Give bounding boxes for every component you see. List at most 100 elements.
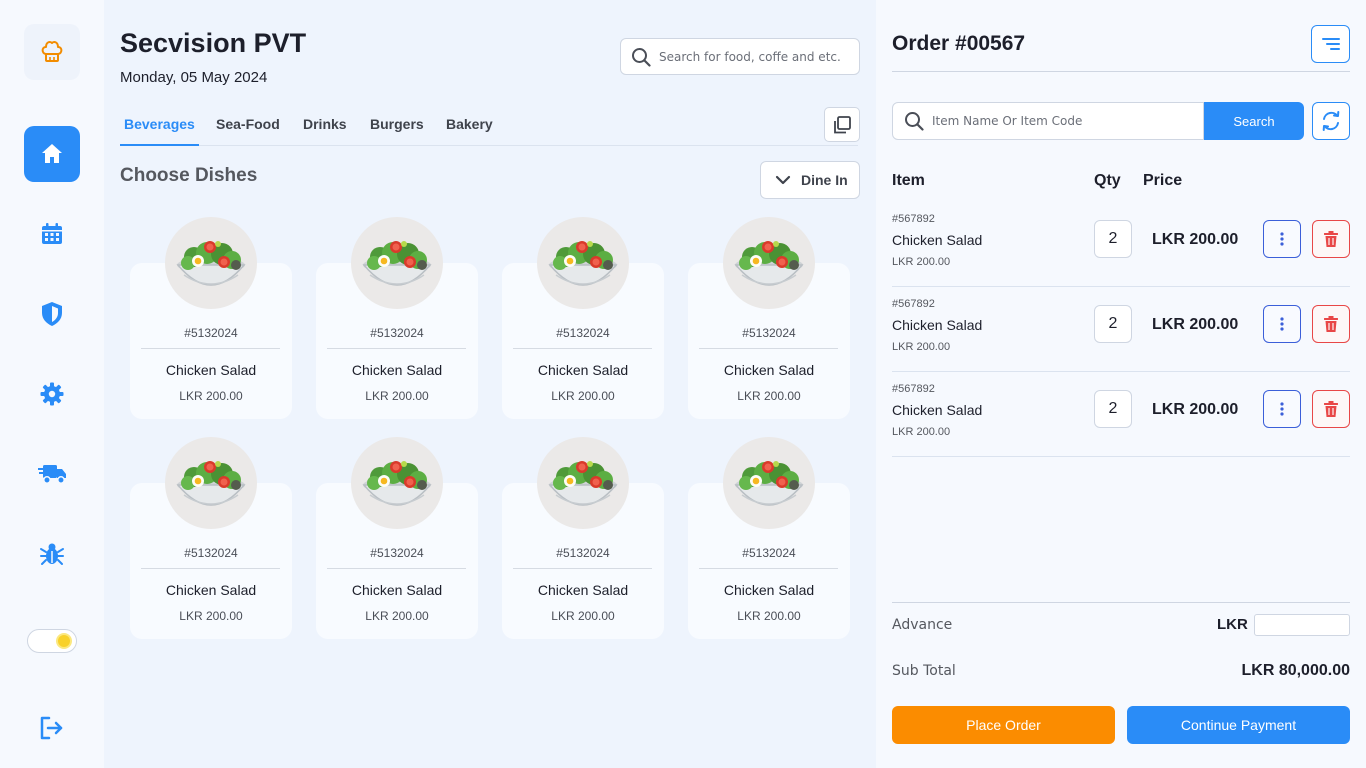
logout-button[interactable]: [24, 700, 80, 756]
delete-button[interactable]: [1312, 390, 1350, 428]
chevron-down-icon: [775, 175, 791, 185]
dish-card[interactable]: #5132024 Chicken Salad LKR 200.00: [688, 217, 850, 419]
trash-icon: [1324, 401, 1338, 417]
divider: [327, 348, 466, 349]
divider: [513, 568, 652, 569]
calendar-icon: [42, 223, 62, 244]
search-button[interactable]: Search: [1204, 102, 1304, 140]
refresh-icon: [1322, 111, 1340, 131]
dish-price: LKR 200.00: [737, 609, 801, 623]
trash-icon: [1324, 231, 1338, 247]
dish-code: #5132024: [742, 326, 796, 340]
quantity-field[interactable]: 2: [1094, 220, 1132, 258]
sun-icon: [58, 635, 70, 647]
dish-code: #5132024: [184, 546, 238, 560]
dish-name: Chicken Salad: [537, 362, 629, 378]
item-code: #567892: [892, 213, 935, 225]
refresh-button[interactable]: [1312, 102, 1350, 140]
logout-icon: [40, 716, 63, 740]
home-icon: [42, 144, 62, 163]
item-total-price: LKR 200.00: [1152, 401, 1239, 418]
filter-lines-icon: [1321, 38, 1340, 50]
nav-calendar[interactable]: [24, 206, 80, 262]
advance-currency: LKR: [1217, 616, 1248, 633]
dish-card[interactable]: #5132024 Chicken Salad LKR 200.00: [316, 217, 478, 419]
food-search-input[interactable]: [659, 49, 849, 64]
dish-price: LKR 200.00: [365, 389, 429, 403]
nav-settings[interactable]: [24, 366, 80, 422]
order-item-row: #567892 Chicken Salad LKR 200.00 2 LKR 200.0…: [892, 202, 1350, 287]
chef-hat-icon[interactable]: [24, 24, 80, 80]
dish-name: Chicken Salad: [723, 582, 815, 598]
dish-code: #5132024: [742, 546, 796, 560]
nav-debug[interactable]: [24, 526, 80, 582]
continue-payment-button[interactable]: Continue Payment: [1127, 706, 1350, 744]
order-item-row: #567892 Chicken Salad LKR 200.00 2 LKR 200.0…: [892, 372, 1350, 457]
salad-bowl-image: [537, 437, 629, 529]
more-options-button[interactable]: [1263, 390, 1301, 428]
divider: [513, 348, 652, 349]
more-vertical-icon: [1280, 402, 1284, 416]
place-order-button[interactable]: Place Order: [892, 706, 1115, 744]
dish-card[interactable]: #5132024 Chicken Salad LKR 200.00: [130, 217, 292, 419]
dish-card[interactable]: #5132024 Chicken Salad LKR 200.00: [502, 217, 664, 419]
dish-card[interactable]: #5132024 Chicken Salad LKR 200.00: [502, 437, 664, 639]
nav-home[interactable]: [24, 126, 80, 182]
delete-button[interactable]: [1312, 305, 1350, 343]
advance-input[interactable]: [1254, 614, 1350, 636]
dine-option-label: Dine In: [801, 172, 848, 188]
dish-price: LKR 200.00: [737, 389, 801, 403]
dish-code: #5132024: [184, 326, 238, 340]
salad-bowl-image: [723, 437, 815, 529]
dish-card[interactable]: #5132024 Chicken Salad LKR 200.00: [316, 437, 478, 639]
copy-icon: [834, 115, 851, 133]
nav-delivery[interactable]: [24, 446, 80, 502]
tab-burgers[interactable]: Burgers: [370, 116, 424, 132]
item-search-input[interactable]: [932, 114, 1192, 128]
dish-name: Chicken Salad: [165, 362, 257, 378]
dish-card[interactable]: #5132024 Chicken Salad LKR 200.00: [130, 437, 292, 639]
trash-icon: [1324, 316, 1338, 332]
food-search[interactable]: [620, 38, 860, 75]
order-title: Order #00567: [892, 32, 1026, 55]
dish-price: LKR 200.00: [365, 609, 429, 623]
dish-card[interactable]: #5132024 Chicken Salad LKR 200.00: [688, 437, 850, 639]
quantity-field[interactable]: 2: [1094, 390, 1132, 428]
salad-bowl-image: [165, 217, 257, 309]
divider: [141, 568, 280, 569]
dish-name: Chicken Salad: [723, 362, 815, 378]
dine-option-select[interactable]: Dine In: [760, 161, 860, 199]
advance-label: Advance: [892, 617, 953, 633]
filter-button[interactable]: [1311, 25, 1350, 63]
item-name: Chicken Salad: [892, 402, 983, 418]
order-item-row: #567892 Chicken Salad LKR 200.00 2 LKR 200.0…: [892, 287, 1350, 372]
item-name: Chicken Salad: [892, 232, 983, 248]
search-icon: [632, 47, 651, 67]
salad-bowl-image: [537, 217, 629, 309]
main-content: Secvision PVT Monday, 05 May 2024 Bevera…: [104, 0, 876, 768]
tab-drinks[interactable]: Drinks: [303, 116, 347, 132]
tab-beverages[interactable]: Beverages: [124, 116, 195, 132]
dish-name: Chicken Salad: [165, 582, 257, 598]
tab-sea-food[interactable]: Sea-Food: [216, 116, 280, 132]
divider: [699, 568, 838, 569]
nav-security[interactable]: [24, 286, 80, 342]
more-vertical-icon: [1280, 317, 1284, 331]
subtotal-value: LKR 80,000.00: [1241, 662, 1350, 679]
more-vertical-icon: [1280, 232, 1284, 246]
item-unit-price: LKR 200.00: [892, 256, 951, 268]
salad-bowl-image: [165, 437, 257, 529]
copy-button[interactable]: [824, 107, 860, 142]
item-name: Chicken Salad: [892, 317, 983, 333]
dish-code: #5132024: [556, 326, 610, 340]
tab-bakery[interactable]: Bakery: [446, 116, 493, 132]
subtotal-label: Sub Total: [892, 663, 956, 679]
more-options-button[interactable]: [1263, 220, 1301, 258]
item-total-price: LKR 200.00: [1152, 231, 1239, 248]
more-options-button[interactable]: [1263, 305, 1301, 343]
dish-name: Chicken Salad: [537, 582, 629, 598]
theme-toggle[interactable]: [27, 629, 77, 653]
item-search[interactable]: [892, 102, 1204, 140]
delete-button[interactable]: [1312, 220, 1350, 258]
quantity-field[interactable]: 2: [1094, 305, 1132, 343]
